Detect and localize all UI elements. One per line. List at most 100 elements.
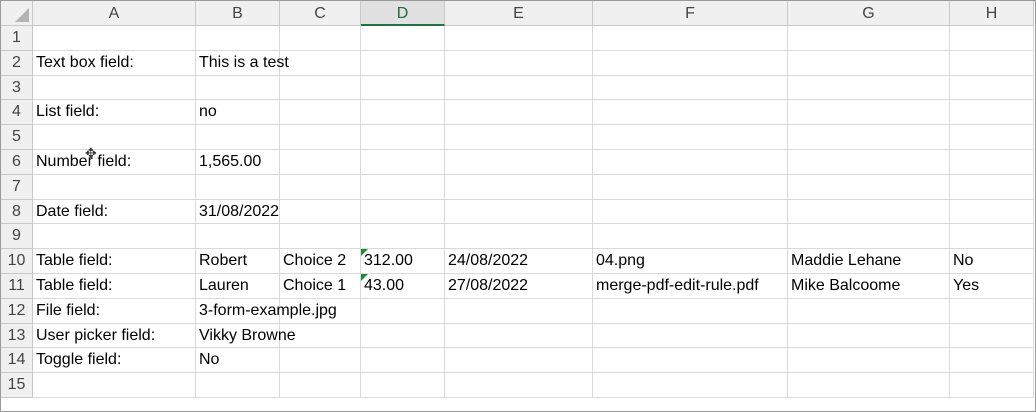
cell-c9[interactable] xyxy=(280,224,361,250)
cell-g2[interactable] xyxy=(788,50,950,76)
cell-a15[interactable] xyxy=(33,373,196,398)
number-stored-as-text-indicator-icon[interactable] xyxy=(361,273,368,281)
number-stored-as-text-indicator-icon[interactable] xyxy=(361,249,368,257)
cell-b15[interactable] xyxy=(196,373,280,398)
cell-b14[interactable]: No xyxy=(196,348,280,374)
cell-g6[interactable] xyxy=(788,149,950,175)
cell-h7[interactable] xyxy=(950,174,1034,200)
cell-a9[interactable] xyxy=(33,224,196,250)
row-header-3[interactable]: 3 xyxy=(1,75,33,101)
cell-a4[interactable]: List field: xyxy=(33,100,196,126)
cell-b6[interactable]: 1,565.00 xyxy=(196,149,280,175)
row-header-5[interactable]: 5 xyxy=(1,125,33,150)
cell-e14[interactable] xyxy=(445,348,593,374)
cell-f3[interactable] xyxy=(593,75,788,101)
cell-e1[interactable] xyxy=(445,26,593,51)
cell-g5[interactable] xyxy=(788,125,950,150)
cell-d7[interactable] xyxy=(361,174,445,200)
cell-e10[interactable]: 24/08/2022 xyxy=(445,249,593,274)
cell-f5[interactable] xyxy=(593,125,788,150)
cell-d9[interactable] xyxy=(361,224,445,250)
cell-f6[interactable] xyxy=(593,149,788,175)
cell-c1[interactable] xyxy=(280,26,361,51)
cell-f14[interactable] xyxy=(593,348,788,374)
cell-a7[interactable] xyxy=(33,174,196,200)
cell-e8[interactable] xyxy=(445,199,593,225)
cell-b13[interactable]: Vikky Browne xyxy=(196,323,296,349)
column-header-g[interactable]: G xyxy=(788,1,950,26)
cell-h11[interactable]: Yes xyxy=(950,273,1034,299)
cell-e3[interactable] xyxy=(445,75,593,101)
cell-a10[interactable]: Table field: xyxy=(33,249,196,274)
cell-a8[interactable]: Date field: xyxy=(33,199,196,225)
cell-c10[interactable]: Choice 2 xyxy=(280,249,361,274)
cell-b3[interactable] xyxy=(196,75,280,101)
cell-c7[interactable] xyxy=(280,174,361,200)
cell-d8[interactable] xyxy=(361,199,445,225)
cell-b7[interactable] xyxy=(196,174,280,200)
cell-c4[interactable] xyxy=(280,100,361,126)
cell-g10[interactable]: Maddie Lehane xyxy=(788,249,950,274)
cell-g1[interactable] xyxy=(788,26,950,51)
cell-c2[interactable] xyxy=(280,50,361,76)
cell-b11[interactable]: Lauren xyxy=(196,273,280,299)
row-header-8[interactable]: 8 xyxy=(1,199,33,225)
cell-d3[interactable] xyxy=(361,75,445,101)
cell-b2[interactable]: This is a test xyxy=(196,50,289,76)
cell-e5[interactable] xyxy=(445,125,593,150)
cell-a5[interactable] xyxy=(33,125,196,150)
cell-f15[interactable] xyxy=(593,373,788,398)
cell-f9[interactable] xyxy=(593,224,788,250)
cell-g4[interactable] xyxy=(788,100,950,126)
cell-h6[interactable] xyxy=(950,149,1034,175)
select-all-corner[interactable] xyxy=(1,1,33,26)
cell-g3[interactable] xyxy=(788,75,950,101)
row-header-14[interactable]: 14 xyxy=(1,348,33,374)
cell-h2[interactable] xyxy=(950,50,1034,76)
cell-g14[interactable] xyxy=(788,348,950,374)
cell-f10[interactable]: 04.png xyxy=(593,249,788,274)
cell-d10[interactable]: 312.00 xyxy=(361,249,445,274)
cell-d15[interactable] xyxy=(361,373,445,398)
row-header-6[interactable]: 6 xyxy=(1,149,33,175)
row-header-1[interactable]: 1 xyxy=(1,26,33,51)
cell-h9[interactable] xyxy=(950,224,1034,250)
row-header-15[interactable]: 15 xyxy=(1,373,33,398)
cell-a6[interactable]: Number field: xyxy=(33,149,196,175)
cell-c14[interactable] xyxy=(280,348,361,374)
cell-a12[interactable]: File field: xyxy=(33,298,196,324)
cell-h12[interactable] xyxy=(950,298,1034,324)
column-header-e[interactable]: E xyxy=(445,1,593,26)
cell-b9[interactable] xyxy=(196,224,280,250)
cell-h10[interactable]: No xyxy=(950,249,1034,274)
cell-e9[interactable] xyxy=(445,224,593,250)
cell-g7[interactable] xyxy=(788,174,950,200)
column-header-d[interactable]: D xyxy=(361,1,445,26)
cell-h3[interactable] xyxy=(950,75,1034,101)
cell-f12[interactable] xyxy=(593,298,788,324)
row-header-11[interactable]: 11 xyxy=(1,273,33,299)
cell-a1[interactable] xyxy=(33,26,196,51)
cell-g11[interactable]: Mike Balcoome xyxy=(788,273,950,299)
cell-c11[interactable]: Choice 1 xyxy=(280,273,361,299)
cell-c3[interactable] xyxy=(280,75,361,101)
cell-h14[interactable] xyxy=(950,348,1034,374)
cell-f4[interactable] xyxy=(593,100,788,126)
cell-b5[interactable] xyxy=(196,125,280,150)
cell-g15[interactable] xyxy=(788,373,950,398)
cell-e11[interactable]: 27/08/2022 xyxy=(445,273,593,299)
cell-d2[interactable] xyxy=(361,50,445,76)
column-header-a[interactable]: A xyxy=(33,1,196,26)
cell-b4[interactable]: no xyxy=(196,100,280,126)
cell-a13[interactable]: User picker field: xyxy=(33,323,196,349)
row-header-7[interactable]: 7 xyxy=(1,174,33,200)
cell-f11[interactable]: merge-pdf-edit-rule.pdf xyxy=(593,273,788,299)
cell-e7[interactable] xyxy=(445,174,593,200)
cell-d12[interactable] xyxy=(361,298,445,324)
cell-c12[interactable] xyxy=(280,298,361,324)
cell-d13[interactable] xyxy=(361,323,445,349)
cell-h15[interactable] xyxy=(950,373,1034,398)
row-header-10[interactable]: 10 xyxy=(1,249,33,274)
cell-a11[interactable]: Table field: xyxy=(33,273,196,299)
cell-e4[interactable] xyxy=(445,100,593,126)
